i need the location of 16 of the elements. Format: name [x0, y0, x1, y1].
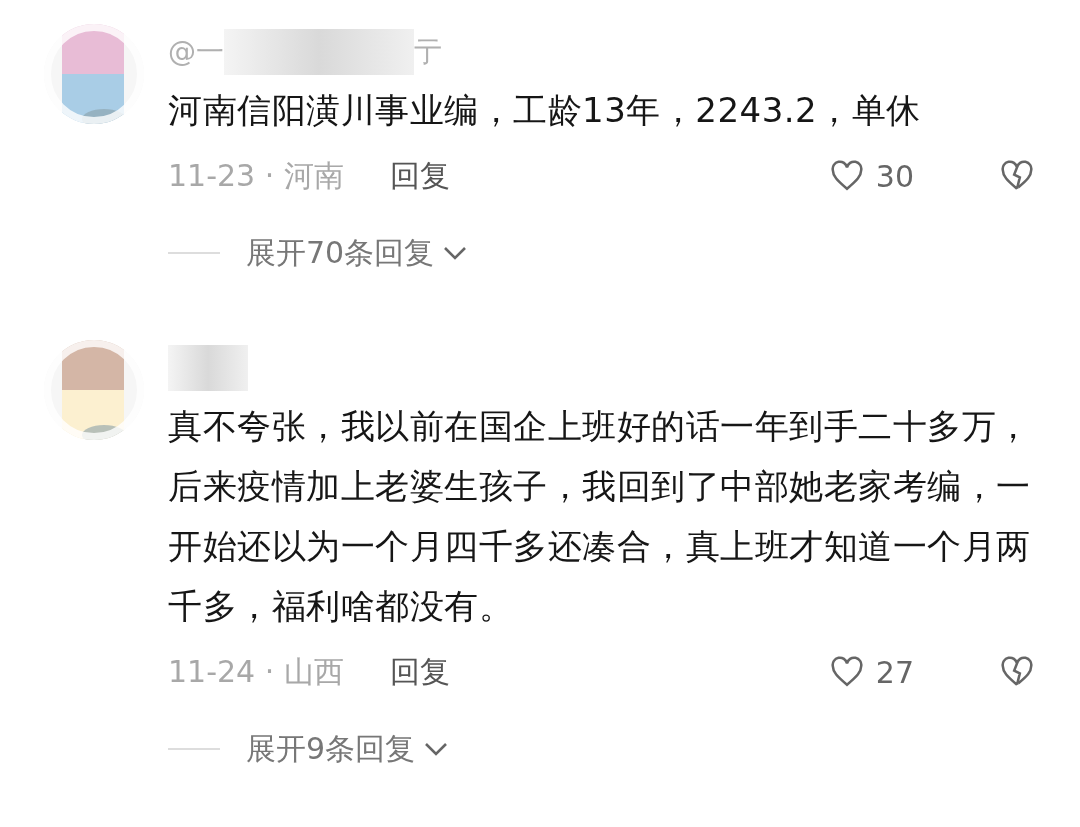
reply-link[interactable]: 回复: [389, 155, 450, 197]
reply-link[interactable]: 回复: [389, 651, 450, 693]
like-count: 30: [875, 158, 914, 194]
chevron-down-icon: [423, 741, 450, 757]
chevron-down-icon: [442, 245, 469, 261]
broken-heart-icon[interactable]: [1000, 656, 1034, 688]
expand-replies-link[interactable]: 展开70条回复: [246, 232, 469, 274]
broken-heart-icon[interactable]: [1000, 160, 1034, 192]
heart-icon[interactable]: [829, 656, 864, 688]
comment-meta: 11-24 · 山西: [168, 652, 344, 691]
comment-text: 真不夸张，我以前在国企上班好的话一年到手二十多万，后来疫情加上老婆生孩子，我回到了中部她老家考编，一开始还以为一个月四千多还凑合，真上班才知道一个月两千多，福利啥都没有。: [168, 405, 1032, 628]
expand-replies-link[interactable]: 展开9条回复: [246, 728, 450, 770]
like-count: 27: [875, 654, 914, 690]
heart-icon[interactable]: [829, 160, 864, 192]
comment-text: 河南信阳潢川事业编，工龄13年，2243.2，单休: [168, 89, 922, 132]
comment-meta: 11-23 · 河南: [168, 156, 344, 195]
